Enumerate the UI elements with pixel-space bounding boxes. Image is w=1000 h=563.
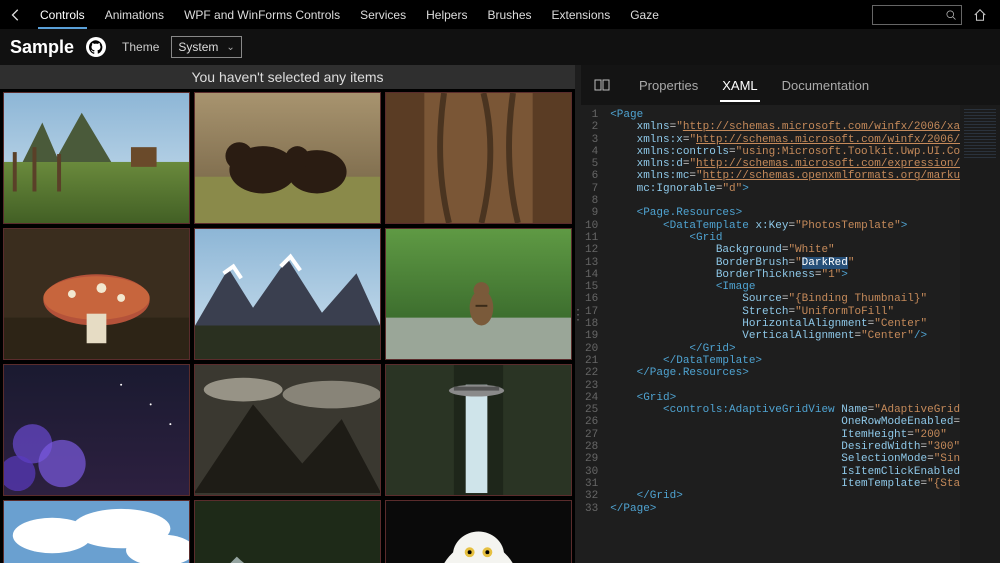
panel-layout-icon[interactable] [591, 77, 613, 93]
top-tab-wpf-and-winforms-controls[interactable]: WPF and WinForms Controls [174, 0, 350, 29]
photo-forest-hut[interactable] [3, 92, 190, 224]
top-tab-extensions[interactable]: Extensions [542, 0, 621, 29]
main-split: You haven't selected any items Propertie… [0, 65, 1000, 563]
gutter: 1 2 3 4 5 6 7 8 9 10 11 12 13 14 15 16 1… [581, 105, 606, 563]
top-tab-controls[interactable]: Controls [30, 0, 95, 29]
top-tab-gaze[interactable]: Gaze [620, 0, 669, 29]
top-tab-services[interactable]: Services [350, 0, 416, 29]
right-tab-documentation[interactable]: Documentation [770, 65, 881, 105]
github-icon[interactable] [86, 37, 106, 57]
photo-dark-mountain[interactable] [194, 364, 381, 496]
search-input[interactable] [872, 5, 962, 25]
right-tab-properties[interactable]: Properties [627, 65, 710, 105]
code-editor[interactable]: 1 2 3 4 5 6 7 8 9 10 11 12 13 14 15 16 1… [581, 105, 1000, 563]
top-tab-brushes[interactable]: Brushes [477, 0, 541, 29]
sample-title: Sample [10, 37, 74, 58]
photo-grid [0, 89, 575, 563]
photo-mushroom[interactable] [3, 228, 190, 360]
right-tabs: PropertiesXAMLDocumentation [581, 65, 1000, 105]
photo-bison[interactable] [194, 92, 381, 224]
photo-panel: You haven't selected any items [0, 65, 575, 563]
back-button[interactable] [8, 7, 24, 23]
selection-message: You haven't selected any items [0, 65, 575, 89]
sample-bar: Sample Theme System ⌄ [0, 29, 1000, 65]
theme-select[interactable]: System ⌄ [171, 36, 241, 58]
top-bar: ControlsAnimationsWPF and WinForms Contr… [0, 0, 1000, 29]
top-tab-helpers[interactable]: Helpers [416, 0, 477, 29]
code-area[interactable]: <Page xmlns="http://schemas.microsoft.co… [606, 105, 960, 563]
photo-mountains[interactable] [194, 228, 381, 360]
photo-clouds-field[interactable] [3, 500, 190, 563]
photo-snowy-owl[interactable] [385, 500, 572, 563]
theme-value: System [178, 40, 218, 54]
search-icon [945, 9, 957, 21]
photo-mossy-creek[interactable] [194, 500, 381, 563]
minimap[interactable] [960, 105, 1000, 563]
photo-chipmunk[interactable] [385, 228, 572, 360]
chevron-down-icon: ⌄ [226, 42, 234, 53]
theme-label: Theme [122, 40, 159, 54]
code-panel: PropertiesXAMLDocumentation 1 2 3 4 5 6 … [581, 65, 1000, 563]
right-tab-xaml[interactable]: XAML [710, 65, 769, 105]
top-tab-animations[interactable]: Animations [95, 0, 174, 29]
top-tabs: ControlsAnimationsWPF and WinForms Contr… [30, 0, 669, 29]
photo-tree-trunk[interactable] [385, 92, 572, 224]
home-button[interactable] [968, 8, 992, 22]
photo-waterfall[interactable] [385, 364, 572, 496]
photo-purple-flowers[interactable] [3, 364, 190, 496]
